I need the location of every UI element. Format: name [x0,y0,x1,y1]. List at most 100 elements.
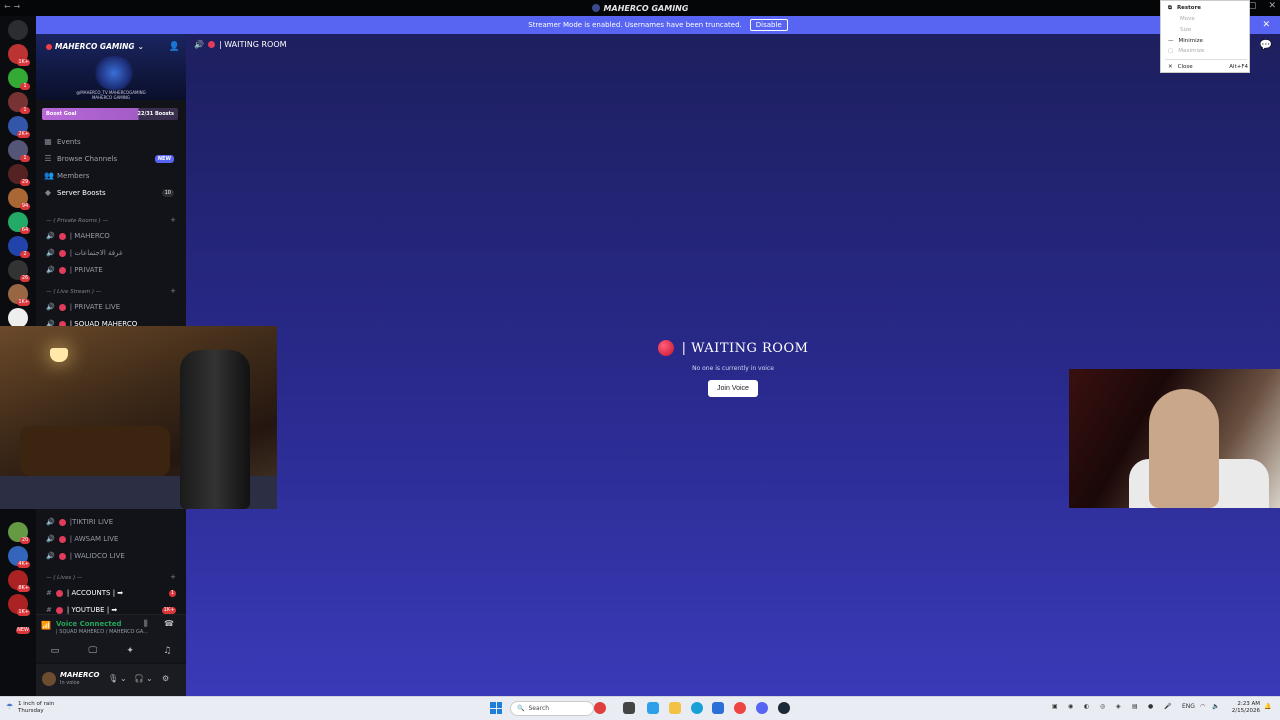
disable-streamer-mode-button[interactable]: Disable [749,19,788,31]
invite-user-icon[interactable]: 👤 [169,42,180,52]
clock[interactable]: 2:23 AM 2/15/2026 [1232,701,1260,715]
start-icon[interactable] [490,702,502,714]
server-icon[interactable] [8,308,28,328]
voice-channel[interactable]: 🔊 | PRIVATE LIVE [46,303,120,311]
menu-item-restore[interactable]: ⧉ Restore [1168,5,1248,12]
language-indicator[interactable]: ENG [1182,703,1195,710]
wifi-icon[interactable]: ◠ [1200,703,1205,710]
tray-app-icon[interactable]: ▣ [1052,703,1058,710]
chevron-down-icon[interactable]: ⌄ [120,674,127,683]
red-dot-icon [58,552,66,560]
notification-icon[interactable]: 🔔 [1264,703,1271,710]
nav-arrows[interactable]: ← → [4,2,20,11]
activities-icon[interactable]: ✦ [126,646,134,656]
voice-connected-title[interactable]: Voice Connected [56,620,122,628]
server-icon[interactable]: 2K+ [8,116,30,138]
weather-widget[interactable]: ☂ 1 inch of rain Thursday [6,701,54,715]
tray-app-icon[interactable]: ◉ [1068,703,1073,710]
app-icon[interactable] [647,702,659,714]
minimize-icon: — [1168,38,1174,44]
voice-channel[interactable]: 🔊 |TIKTIRI LIVE [46,518,113,526]
sidebar-item-browse-channels[interactable]: ☰ Browse Channels NEW [44,155,184,163]
voice-channel[interactable]: 🔊 | WALIDCO LIVE [46,552,125,560]
server-name[interactable]: MAHERCO GAMING ⌄ [46,42,144,51]
voice-connected-channel[interactable]: | SQUAD MAHERCO / MAHERCO GA... [56,629,148,635]
chrome-icon[interactable] [734,702,746,714]
text-channel[interactable]: # | YOUTUBE | ➡ 1K+ [46,606,186,614]
boost-goal-bar[interactable]: Boost Goal 22/31 Boosts [42,108,178,120]
speaker-icon: 🔊 [46,518,55,526]
gear-icon[interactable]: ⚙ [162,674,169,683]
voice-channel[interactable]: 🔊 | AWSAM LIVE [46,535,118,543]
camera-icon[interactable]: ▭ [51,646,60,656]
server-icon[interactable]: 4K+ [8,546,30,568]
add-channel-icon[interactable]: + [170,287,176,295]
menu-item-minimize[interactable]: — Minimize [1168,38,1248,44]
edge-icon[interactable] [691,702,703,714]
room-camera-overlay [0,326,277,509]
window-titlebar: ← → MAHERCO GAMING — ▢ ✕ [0,0,1280,16]
category-private-rooms[interactable]: — ( Private Rooms ) — [46,218,108,224]
channel-header: 🔊 | WAITING ROOM [194,40,287,49]
server-icon[interactable]: 1K+ [8,44,30,66]
store-icon[interactable] [712,702,724,714]
voice-connected-panel: 📶 Voice Connected | SQUAD MAHERCO / MAHE… [36,614,186,662]
server-icon[interactable]: 1 [8,68,30,90]
server-icon[interactable]: 1 [8,140,30,162]
direct-messages-icon[interactable] [8,20,28,40]
voice-channel[interactable]: 🔊 | غرفة الاجتماعات [46,249,123,257]
menu-item-close[interactable]: ✕ Close Alt+F4 [1168,64,1248,70]
username[interactable]: MAHERCO [60,671,100,679]
voice-channel[interactable]: 🔊 | PRIVATE [46,266,103,274]
discord-icon[interactable] [756,702,768,714]
steam-icon[interactable] [778,702,790,714]
server-icon[interactable]: 94 [8,188,30,210]
voice-actions: ▭ 🖵 ✦ ♫ [36,643,186,659]
category-live-stream[interactable]: — ( Live Stream ) — [46,289,101,295]
microphone-icon[interactable]: 🎙 [108,674,118,683]
server-icon[interactable]: 20 [8,522,30,544]
channel-title: | WAITING ROOM [218,40,287,49]
banner-close-icon[interactable]: ✕ [1262,20,1270,30]
text-channel[interactable]: # | ACCOUNTS | ➡ 1 [46,589,186,597]
task-view-icon[interactable] [623,702,635,714]
chat-icon[interactable]: 💬 [1260,40,1272,51]
server-icon[interactable]: 2 [8,236,30,258]
avatar[interactable] [42,672,56,686]
close-icon[interactable]: ✕ [1268,1,1276,11]
server-icon[interactable]: 26 [8,260,30,282]
server-icon[interactable]: 1K+ [8,594,30,616]
tray-app-icon[interactable]: ◐ [1084,703,1089,710]
tray-app-icon[interactable]: ● [1148,703,1153,710]
server-icon[interactable]: 29 [8,164,30,186]
server-icon[interactable]: 64 [8,212,30,234]
volume-icon[interactable]: 🔈 [1212,703,1219,710]
file-explorer-icon[interactable] [669,702,681,714]
soundboard-icon[interactable]: ♫ [163,646,171,656]
screen-share-icon[interactable]: 🖵 [88,646,97,656]
tray-app-icon[interactable]: ◈ [1116,703,1121,710]
sidebar-item-members[interactable]: 👥 Members [44,172,184,181]
join-voice-button[interactable]: Join Voice [708,380,758,397]
tray-app-icon[interactable]: ▤ [1132,703,1138,710]
tray-app-icon[interactable]: ◎ [1100,703,1105,710]
add-channel-icon[interactable]: + [170,216,176,224]
server-icon[interactable]: 1K+ [8,284,30,306]
category-lives[interactable]: — ( Lives ) — [46,575,82,581]
streamer-mode-banner: Streamer Mode is enabled. Usernames have… [36,16,1280,34]
red-dot-icon [207,41,215,48]
add-channel-icon[interactable]: + [170,573,176,581]
server-icon[interactable]: 8K+ [8,570,30,592]
noise-suppression-icon[interactable]: ⫼ [144,619,148,629]
headphones-icon[interactable]: 🎧 [134,674,144,683]
chevron-down-icon[interactable]: ⌄ [146,674,153,683]
sidebar-item-server-boosts[interactable]: ◆ Server Boosts 10 [44,189,184,197]
server-icon[interactable]: 1 [8,92,30,114]
server-banner[interactable]: MAHERCO GAMING ⌄ 👤 @MAHERCO_TV MAHERCOGA… [36,34,186,100]
microphone-icon[interactable]: 🎤 [1164,703,1171,710]
app-icon[interactable] [594,702,606,714]
taskbar-search[interactable]: 🔍 Search [510,701,594,716]
voice-channel[interactable]: 🔊 | MAHERCO [46,232,110,240]
sidebar-item-events[interactable]: ▦ Events [44,138,184,147]
disconnect-icon[interactable]: ☎ [164,619,174,628]
